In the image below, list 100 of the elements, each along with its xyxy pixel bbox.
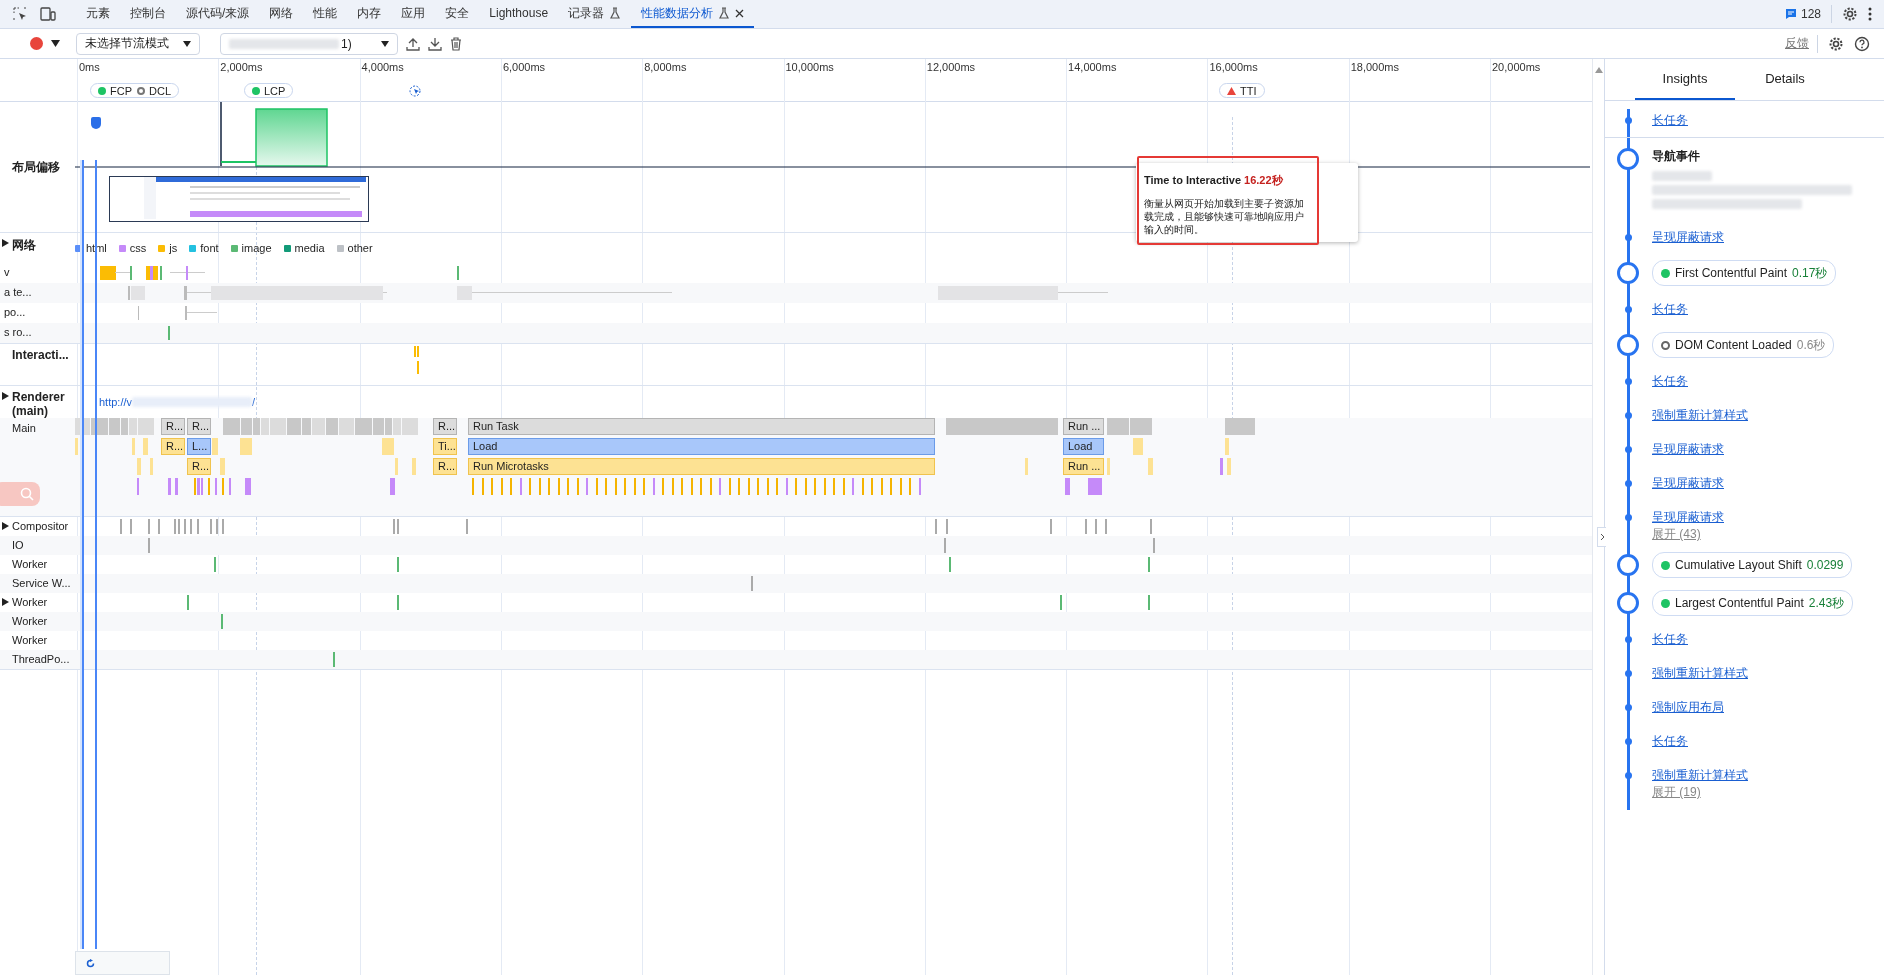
- more-menu-icon[interactable]: [1868, 7, 1872, 21]
- insight-link[interactable]: 长任务: [1652, 111, 1688, 129]
- flame-event[interactable]: R...: [433, 458, 457, 475]
- flame-event[interactable]: Load: [468, 438, 935, 455]
- recording-select[interactable]: 1): [220, 32, 398, 55]
- track-label: Worker: [11, 615, 48, 627]
- flame-event[interactable]: Ti...: [433, 438, 457, 455]
- timeline-dot: [1624, 703, 1632, 711]
- panel-tab[interactable]: 应用: [391, 0, 436, 28]
- panel-tab[interactable]: 控制台: [120, 0, 176, 28]
- expand-arrow-icon[interactable]: [2, 239, 10, 247]
- panel-tab[interactable]: 性能: [303, 0, 348, 28]
- metric-pill[interactable]: First Contentful Paint 0.17秒: [1652, 260, 1837, 286]
- device-toggle-icon[interactable]: [40, 7, 56, 21]
- timeline-node: [1617, 262, 1639, 284]
- insight-link[interactable]: 长任务: [1652, 630, 1688, 648]
- url-link[interactable]: http://v: [99, 396, 133, 408]
- insight-link[interactable]: 呈现屏蔽请求: [1652, 440, 1724, 458]
- scroll-up-icon[interactable]: [1594, 67, 1603, 73]
- flame-event[interactable]: Run Task: [468, 418, 935, 435]
- interaction-icon[interactable]: [408, 84, 422, 98]
- insight-link[interactable]: 强制重新计算样式: [1652, 406, 1748, 424]
- flame-event[interactable]: L...: [187, 438, 211, 455]
- panel-tab[interactable]: 内存: [347, 0, 392, 28]
- metric-pill[interactable]: Largest Contentful Paint 2.43秒: [1652, 590, 1854, 616]
- thread-event-mark: [1105, 519, 1107, 534]
- metric-pill[interactable]: DOM Content Loaded 0.6秒: [1652, 332, 1835, 358]
- collapse-toggle[interactable]: [1597, 527, 1606, 547]
- flame-event[interactable]: R...: [187, 458, 211, 475]
- flame-event[interactable]: R...: [161, 438, 185, 455]
- thread-event-mark: [130, 519, 132, 534]
- expand-arrow-icon[interactable]: [2, 598, 10, 606]
- insight-link[interactable]: 呈现屏蔽请求: [1652, 228, 1724, 246]
- task-bar: [1065, 478, 1070, 495]
- insight-link[interactable]: 长任务: [1652, 372, 1688, 390]
- thread-event-mark: [184, 519, 186, 534]
- help-icon[interactable]: [1854, 35, 1870, 52]
- tick-label: 8,000ms: [644, 61, 687, 73]
- settings-icon[interactable]: [1828, 35, 1844, 52]
- expand-arrow-icon[interactable]: [2, 522, 10, 530]
- inspect-icon[interactable]: [13, 7, 27, 21]
- expand-link[interactable]: 展开 (43): [1605, 526, 1701, 546]
- tick-label: 6,000ms: [502, 61, 546, 73]
- flame-event[interactable]: R...: [161, 418, 185, 435]
- insight-link[interactable]: 呈现屏蔽请求: [1652, 474, 1724, 492]
- marker-chip[interactable]: FCP DCL: [90, 83, 179, 98]
- metric-pill[interactable]: Cumulative Layout Shift 0.0299: [1652, 552, 1853, 578]
- insight-link[interactable]: 强制重新计算样式: [1652, 766, 1748, 784]
- flame-event[interactable]: Run ...: [1063, 418, 1104, 435]
- task-bar: [395, 458, 398, 475]
- flame-event[interactable]: Run ...: [1063, 458, 1104, 475]
- marker-chip[interactable]: TTI: [1219, 83, 1265, 98]
- flame-event[interactable]: R...: [433, 418, 457, 435]
- insight-link[interactable]: 长任务: [1652, 732, 1688, 750]
- insight-link[interactable]: 强制应用布局: [1652, 698, 1724, 716]
- legend-label: font: [200, 242, 219, 254]
- upload-icon[interactable]: [406, 36, 420, 51]
- thread-event-mark: [210, 519, 212, 534]
- panel-tab[interactable]: 网络: [259, 0, 304, 28]
- task-bar: [143, 438, 148, 455]
- expand-link[interactable]: 展开 (19): [1605, 784, 1701, 804]
- panel-tab[interactable]: 源代码/来源: [176, 0, 260, 28]
- download-icon[interactable]: [428, 36, 442, 51]
- insight-link[interactable]: 强制重新计算样式: [1652, 664, 1748, 682]
- marker-chip[interactable]: LCP: [244, 83, 294, 98]
- panel-tab[interactable]: Lighthouse: [479, 0, 559, 28]
- navigation-title: 导航事件: [1652, 148, 1701, 165]
- url-link[interactable]: /: [252, 396, 256, 408]
- flame-event[interactable]: Load: [1063, 438, 1104, 455]
- tooltip-description: 衡量从网页开始加载到主要子资源加载完成，且能够快速可靠地响应用户输入的时间。: [1144, 197, 1305, 236]
- flame-event[interactable]: R...: [187, 418, 211, 435]
- panel-tab[interactable]: 元素: [76, 0, 120, 28]
- task-bar: [382, 438, 394, 455]
- throttling-select[interactable]: 未选择节流模式: [76, 32, 200, 55]
- caret-icon[interactable]: [51, 40, 60, 47]
- task-bar: [557, 478, 560, 495]
- settings-icon[interactable]: [1842, 6, 1858, 22]
- sidebar-tab[interactable]: Details: [1735, 59, 1835, 100]
- close-icon[interactable]: [735, 8, 745, 18]
- track-label: Worker: [11, 634, 48, 646]
- insight-link[interactable]: 呈现屏蔽请求: [1652, 508, 1724, 526]
- track-label: 布局偏移: [11, 158, 60, 176]
- panel-tab[interactable]: 记录器: [558, 0, 632, 28]
- tick-label: 12,000ms: [926, 61, 976, 73]
- playhead-handle[interactable]: [91, 117, 101, 129]
- thread-event-mark: [1148, 595, 1150, 610]
- panel-tab[interactable]: 性能数据分析: [631, 0, 755, 28]
- task-bar: [212, 438, 218, 455]
- sidebar-tab[interactable]: Insights: [1635, 59, 1735, 100]
- feedback-link[interactable]: 反馈: [1785, 35, 1809, 52]
- panel-tab[interactable]: 安全: [435, 0, 480, 28]
- insight-link[interactable]: 长任务: [1652, 300, 1688, 318]
- timeline-node: [1617, 148, 1639, 170]
- task-bar: [861, 478, 864, 495]
- reload-icon[interactable]: [86, 958, 95, 968]
- trash-icon[interactable]: [450, 36, 462, 51]
- expand-arrow-icon[interactable]: [2, 392, 10, 400]
- flame-event[interactable]: Run Microtasks: [468, 458, 935, 475]
- issues-counter[interactable]: 128: [1784, 7, 1821, 21]
- record-button[interactable]: [30, 37, 43, 50]
